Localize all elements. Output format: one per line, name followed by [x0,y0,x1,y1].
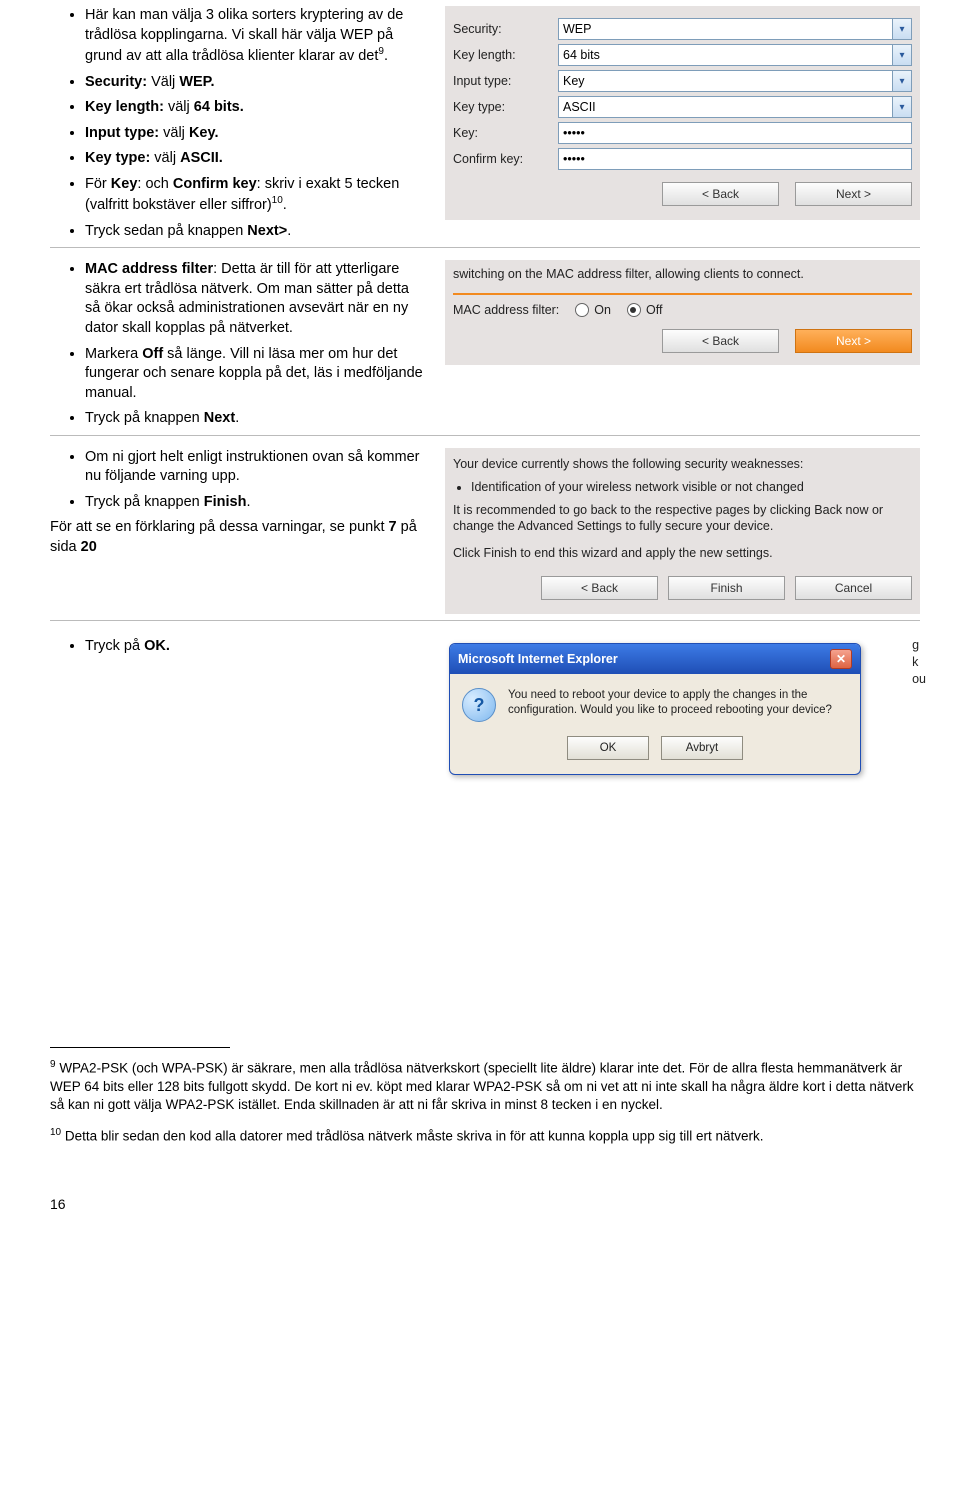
keytype-label: Key type: [453,100,558,114]
security-label: Security: [453,22,558,36]
key-label: Key: [453,126,558,140]
list-item: Tryck sedan på knappen Next>. [85,222,425,242]
question-icon: ? [462,688,496,722]
chevron-down-icon: ▾ [892,45,911,65]
warning-panel: Your device currently shows the followin… [445,448,920,614]
list-item: För Key: och Confirm key: skriv i exakt … [85,175,425,216]
confirmkey-label: Confirm key: [453,152,558,166]
chevron-down-icon: ▾ [892,19,911,39]
divider [453,293,912,295]
ok-button[interactable]: OK [567,736,649,760]
section3-bullets: Om ni gjort helt enligt instruktionen ov… [50,448,425,513]
section2-bullets: MAC address filter: Detta är till för at… [50,260,425,429]
keytype-select[interactable]: ASCII▾ [558,96,912,118]
list-item: Tryck på knappen Finish. [85,493,425,513]
finish-button[interactable]: Finish [668,576,785,600]
list-item: MAC address filter: Detta är till för at… [85,260,425,338]
list-item: Tryck på knappen Next. [85,409,425,429]
list-item: Här kan man välja 3 olika sorters krypte… [85,6,425,67]
back-button[interactable]: < Back [662,182,779,206]
chevron-down-icon: ▾ [892,97,911,117]
chevron-down-icon: ▾ [892,71,911,91]
side-letters: g k ou [912,637,926,688]
mac-filter-label: MAC address filter: [453,303,559,317]
next-button[interactable]: Next > [795,329,912,353]
inputtype-label: Input type: [453,74,558,88]
page-number: 16 [50,1196,920,1212]
mac-on-radio[interactable] [575,303,589,317]
section3-after: För att se en förklaring på dessa varnin… [50,518,425,557]
key-input[interactable]: ••••• [558,122,912,144]
warn-item: Identification of your wireless network … [471,479,912,496]
cancel-button[interactable]: Avbryt [661,736,743,760]
warn-fin: Click Finish to end this wizard and appl… [453,545,912,562]
close-icon[interactable]: ✕ [830,649,852,669]
cancel-button[interactable]: Cancel [795,576,912,600]
next-button[interactable]: Next > [795,182,912,206]
mac-off-label: Off [646,303,662,317]
list-item: Markera Off så länge. Vill ni läsa mer o… [85,345,425,404]
back-button[interactable]: < Back [541,576,658,600]
list-item: Tryck på OK. [85,637,425,657]
footnotes: 9 WPA2-PSK (och WPA-PSK) är säkrare, men… [50,1047,920,1146]
list-item: Security: Välj WEP. [85,73,425,93]
section1-bullets: Här kan man välja 3 olika sorters krypte… [50,6,425,241]
list-item: Input type: välj Key. [85,124,425,144]
security-select[interactable]: WEP▾ [558,18,912,40]
security-panel: Security: WEP▾ Key length: 64 bits▾ Inpu… [445,6,920,220]
footnote-10: 10 Detta blir sedan den kod alla datorer… [50,1126,920,1146]
dialog-message: You need to reboot your device to apply … [508,688,848,722]
list-item: Key length: välj 64 bits. [85,98,425,118]
mac-on-label: On [594,303,611,317]
list-item: Om ni gjort helt enligt instruktionen ov… [85,448,425,487]
mac-panel: switching on the MAC address filter, all… [445,260,920,365]
mac-off-radio[interactable] [627,303,641,317]
back-button[interactable]: < Back [662,329,779,353]
warn-rec: It is recommended to go back to the resp… [453,502,912,536]
inputtype-select[interactable]: Key▾ [558,70,912,92]
keylength-select[interactable]: 64 bits▾ [558,44,912,66]
ie-dialog: Microsoft Internet Explorer ✕ ? You need… [449,643,861,775]
dialog-title: Microsoft Internet Explorer [458,652,618,666]
section4-bullets: Tryck på OK. [50,637,425,657]
mac-text: switching on the MAC address filter, all… [453,266,912,283]
list-item: Key type: välj ASCII. [85,149,425,169]
warn-intro: Your device currently shows the followin… [453,456,912,473]
confirmkey-input[interactable]: ••••• [558,148,912,170]
footnote-9: 9 WPA2-PSK (och WPA-PSK) är säkrare, men… [50,1058,920,1114]
keylength-label: Key length: [453,48,558,62]
